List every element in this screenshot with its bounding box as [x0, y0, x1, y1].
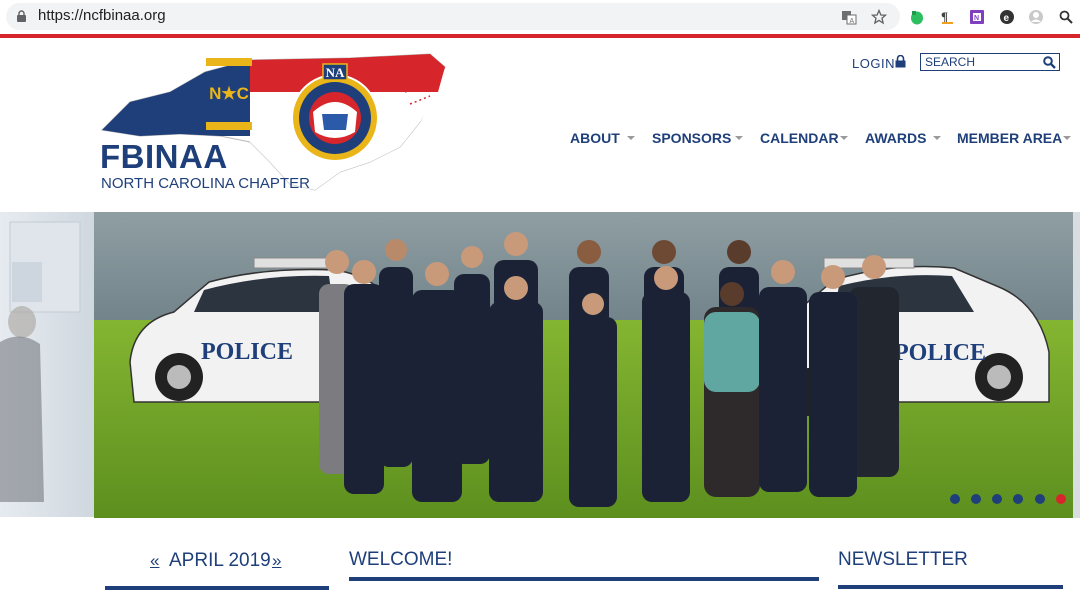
- chevron-down-icon: [933, 136, 941, 140]
- star-icon[interactable]: [868, 6, 890, 28]
- next-slide-preview[interactable]: [1073, 212, 1080, 518]
- evernote-icon[interactable]: [906, 6, 928, 28]
- header-accent-line: [0, 34, 1080, 38]
- calendar-next-label: »: [272, 551, 282, 570]
- previous-slide-preview[interactable]: [0, 212, 94, 517]
- svg-text:¶: ¶: [941, 9, 948, 24]
- url-text[interactable]: https://ncfbinaa.org: [38, 7, 166, 24]
- translate-icon[interactable]: A: [838, 6, 860, 28]
- car-label-left: POLICE: [201, 339, 293, 365]
- slide-dot-1[interactable]: [950, 494, 960, 504]
- nav-label: ABOUT: [570, 130, 620, 146]
- slide-dot-6-active[interactable]: [1056, 494, 1066, 504]
- search-input[interactable]: SEARCH: [920, 53, 1060, 71]
- search-icon[interactable]: [1055, 6, 1077, 28]
- slide-dot-2[interactable]: [971, 494, 981, 504]
- lock-icon[interactable]: [895, 55, 906, 68]
- svg-text:e: e: [1004, 13, 1010, 24]
- flag-letters: N★C: [209, 84, 249, 103]
- hero-slide-image[interactable]: POLICE POLICE: [94, 212, 1073, 518]
- welcome-heading: WELCOME!: [349, 549, 453, 570]
- site-logo[interactable]: N★C NA FBINAA NORTH CAROLINA CHAPTER: [100, 52, 452, 194]
- logo-subtitle: NORTH CAROLINA CHAPTER: [101, 175, 310, 192]
- car-label-right: POLICE: [894, 340, 986, 366]
- chevron-down-icon: [627, 136, 635, 140]
- svg-text:A: A: [850, 18, 855, 25]
- calendar-month-title: APRIL 2019: [169, 550, 271, 571]
- extension-icon[interactable]: e: [996, 6, 1018, 28]
- calendar-next-button[interactable]: »: [272, 550, 281, 572]
- calendar-divider: [105, 586, 329, 590]
- format-icon[interactable]: ¶: [936, 6, 958, 28]
- login-label: LOGIN: [852, 56, 895, 71]
- svg-text:N: N: [974, 15, 979, 22]
- profile-icon[interactable]: [1025, 6, 1047, 28]
- chevron-down-icon: [735, 136, 743, 140]
- seal-text: NA: [326, 65, 345, 80]
- newsletter-divider: [838, 585, 1063, 589]
- nav-label: CALENDAR: [760, 130, 839, 146]
- search-placeholder: SEARCH: [925, 55, 976, 69]
- nav-label: SPONSORS: [652, 130, 732, 146]
- slide-dot-5[interactable]: [1035, 494, 1045, 504]
- welcome-divider: [349, 577, 819, 581]
- calendar-prev-button[interactable]: «: [150, 550, 159, 572]
- logo-title: FBINAA: [100, 138, 228, 175]
- nav-item-member-area[interactable]: MEMBER AREA: [957, 130, 1062, 148]
- nav-item-sponsors[interactable]: SPONSORS: [652, 130, 731, 148]
- chevron-down-icon: [840, 136, 848, 140]
- nav-item-about[interactable]: ABOUT: [570, 130, 620, 148]
- nav-item-awards[interactable]: AWARDS: [865, 130, 926, 148]
- login-link[interactable]: LOGIN: [852, 56, 895, 71]
- slide-dot-3[interactable]: [992, 494, 1002, 504]
- nav-item-calendar[interactable]: CALENDAR: [760, 130, 839, 148]
- calendar-prev-label: «: [150, 551, 160, 570]
- onenote-icon[interactable]: N: [966, 6, 988, 28]
- nav-label: AWARDS: [865, 130, 927, 146]
- newsletter-heading: NEWSLETTER: [838, 549, 968, 570]
- slide-dot-4[interactable]: [1013, 494, 1023, 504]
- nav-label: MEMBER AREA: [957, 130, 1063, 146]
- search-icon[interactable]: [1043, 56, 1056, 69]
- chevron-down-icon: [1063, 136, 1071, 140]
- lock-icon: [17, 10, 26, 22]
